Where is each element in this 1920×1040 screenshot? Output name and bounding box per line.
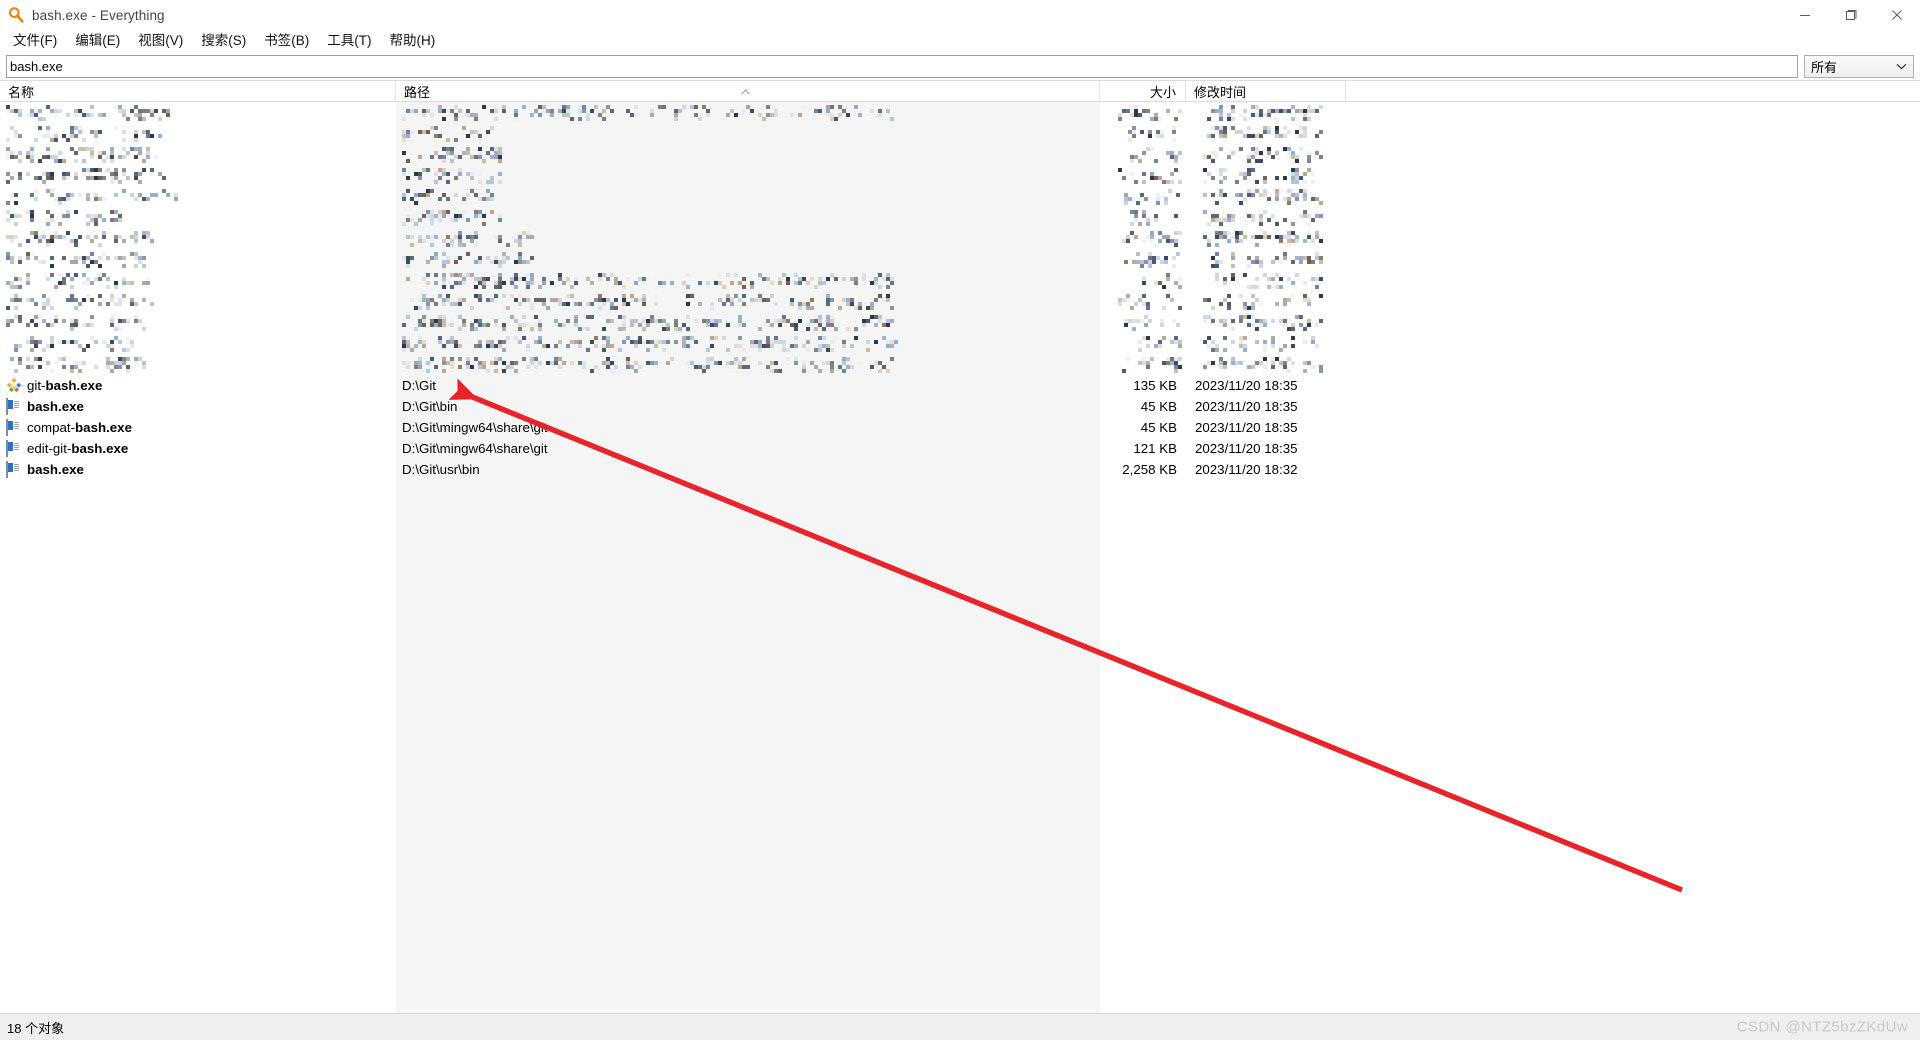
column-header-path[interactable]: 路径 (396, 81, 1100, 101)
table-row[interactable]: git-bash.exe D:\Git 135 KB 2023/11/20 18:35 (0, 375, 1920, 396)
file-name-match: bash.exe (27, 462, 84, 477)
table-row[interactable] (0, 312, 1920, 333)
table-row[interactable] (0, 354, 1920, 375)
column-header-date-label: 修改时间 (1194, 84, 1247, 100)
menu-file[interactable]: 文件(F) (4, 31, 66, 52)
table-row[interactable]: compat-bash.exe D:\Git\mingw64\share\git 4… (0, 417, 1920, 438)
exe-icon (6, 397, 22, 415)
cell-size: 45 KB (1140, 420, 1177, 435)
cell-date: 2023/11/20 18:35 (1195, 399, 1298, 414)
maximize-icon[interactable] (1828, 0, 1874, 30)
column-header-filler (1346, 81, 1920, 101)
cell-date: 2023/11/20 18:35 (1195, 378, 1298, 393)
column-header-size[interactable]: 大小 (1100, 81, 1186, 101)
sort-ascending-icon (741, 83, 750, 95)
cell-size: 2,258 KB (1122, 462, 1177, 477)
file-name-match: bash.exe (27, 399, 84, 414)
table-row[interactable] (0, 165, 1920, 186)
status-bar: 18 个对象 CSDN @NTZ5bzZKdUw (0, 1013, 1920, 1040)
file-name-prefix: compat- (27, 420, 76, 435)
window-title: bash.exe - Everything (32, 7, 165, 23)
filter-dropdown[interactable]: 所有 (1804, 55, 1914, 78)
exe-icon (6, 418, 22, 436)
title-bar: bash.exe - Everything (0, 0, 1920, 30)
cell-name: compat-bash.exe (0, 417, 396, 438)
cell-path: D:\Git (402, 378, 436, 393)
menu-help[interactable]: 帮助(H) (381, 31, 445, 52)
cell-name: edit-git-bash.exe (0, 438, 396, 459)
menu-view[interactable]: 视图(V) (129, 31, 192, 52)
column-header-size-label: 大小 (1149, 84, 1176, 100)
cell-date: 2023/11/20 18:35 (1195, 441, 1298, 456)
cell-path: D:\Git\mingw64\share\git (402, 420, 548, 435)
search-bar: 所有 (0, 55, 1920, 80)
table-row[interactable]: bash.exe D:\Git\usr\bin 2,258 KB 2023/11/20… (0, 459, 1920, 480)
close-icon[interactable] (1874, 0, 1920, 30)
exe-icon (6, 439, 22, 457)
cell-date: 2023/11/20 18:35 (1195, 420, 1298, 435)
table-row[interactable] (0, 291, 1920, 312)
table-row[interactable] (0, 102, 1920, 123)
menu-bar: 文件(F) 编辑(E) 视图(V) 搜索(S) 书签(B) 工具(T) 帮助(H… (0, 30, 1920, 54)
menu-tools[interactable]: 工具(T) (318, 31, 380, 52)
git-bash-icon (6, 377, 22, 394)
results-list[interactable]: git-bash.exe D:\Git 135 KB 2023/11/20 18:35… (0, 102, 1920, 1013)
table-row[interactable] (0, 207, 1920, 228)
column-headers: 名称 路径 大小 修改时间 (0, 80, 1920, 102)
table-row[interactable] (0, 249, 1920, 270)
filter-dropdown-label: 所有 (1811, 60, 1838, 75)
cell-path: D:\Git\mingw64\share\git (402, 441, 548, 456)
cell-path: D:\Git\bin (402, 399, 458, 414)
table-row[interactable] (0, 228, 1920, 249)
object-count: 18 个对象 (7, 1020, 65, 1036)
window-controls (1782, 0, 1920, 30)
cell-name: git-bash.exe (0, 375, 396, 396)
cell-date: 2023/11/20 18:32 (1195, 462, 1298, 477)
table-row[interactable] (0, 270, 1920, 291)
cell-size: 135 KB (1133, 378, 1177, 393)
minimize-icon[interactable] (1782, 0, 1828, 30)
table-row[interactable]: edit-git-bash.exe D:\Git\mingw64\share\gi… (0, 438, 1920, 459)
chevron-down-icon (1895, 61, 1907, 73)
menu-edit[interactable]: 编辑(E) (66, 31, 129, 52)
table-row[interactable] (0, 333, 1920, 354)
column-header-name[interactable]: 名称 (0, 81, 396, 101)
search-input[interactable] (6, 55, 1798, 78)
file-name-prefix: edit-git- (27, 441, 72, 456)
column-header-name-label: 名称 (8, 84, 35, 100)
csdn-watermark: CSDN @NTZ5bzZKdUw (1736, 1018, 1908, 1036)
table-row[interactable]: bash.exe D:\Git\bin 45 KB 2023/11/20 18:35 (0, 396, 1920, 417)
column-header-path-label: 路径 (404, 84, 431, 100)
cell-size: 45 KB (1140, 399, 1177, 414)
file-name-match: bash.exe (45, 378, 103, 393)
cell-name: bash.exe (0, 396, 396, 417)
magnifier-icon (7, 6, 25, 24)
file-name-prefix: git- (27, 378, 46, 393)
cell-path: D:\Git\usr\bin (402, 462, 480, 477)
cell-name: bash.exe (0, 459, 396, 480)
menu-search[interactable]: 搜索(S) (192, 31, 255, 52)
file-name-match: bash.exe (75, 420, 132, 435)
table-row[interactable] (0, 144, 1920, 165)
table-row[interactable] (0, 123, 1920, 144)
everything-window: bash.exe - Everything 文件(F) 编辑(E) 视图(V) … (0, 0, 1920, 1040)
exe-icon (6, 460, 22, 478)
column-header-date[interactable]: 修改时间 (1186, 81, 1346, 101)
file-name-match: bash.exe (71, 441, 129, 456)
cell-size: 121 KB (1133, 441, 1177, 456)
menu-bookmarks[interactable]: 书签(B) (255, 31, 318, 52)
table-row[interactable] (0, 186, 1920, 207)
